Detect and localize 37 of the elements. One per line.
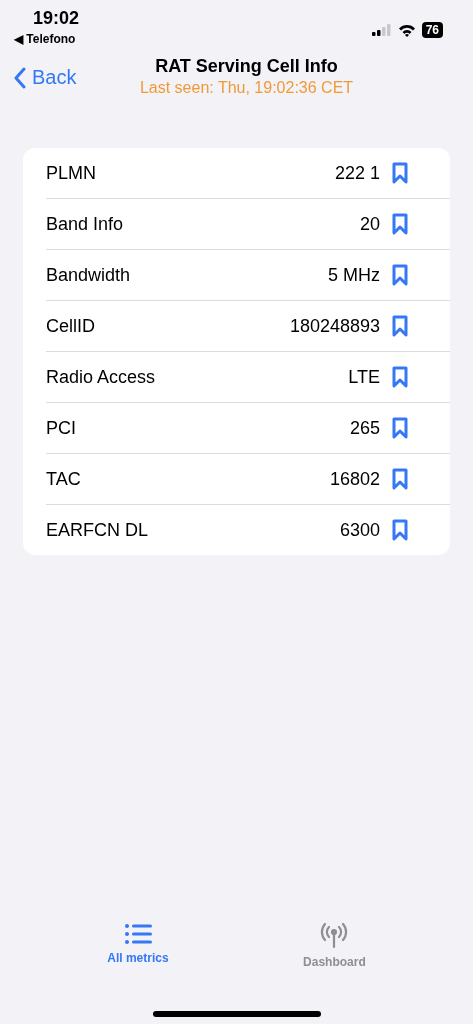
row-label: EARFCN DL: [46, 519, 149, 541]
row-label: CellID: [46, 315, 96, 337]
back-to-app-link[interactable]: ◀ Telefono: [14, 32, 76, 46]
bookmark-icon[interactable]: [392, 468, 408, 490]
signal-icon: [371, 24, 392, 36]
bookmark-icon[interactable]: [392, 366, 408, 388]
chevron-left-icon: [14, 66, 26, 89]
row-label: TAC: [46, 468, 82, 490]
antenna-icon: [319, 923, 350, 949]
battery-icon: 76: [421, 22, 443, 38]
bookmark-icon[interactable]: [392, 213, 408, 235]
tab-bar-item[interactable]: All metrics: [107, 923, 169, 983]
status-time: 19:02: [33, 8, 80, 29]
bookmark-icon[interactable]: [392, 519, 408, 541]
row-value: 5 MHz: [328, 264, 380, 286]
row-label: Bandwidth: [46, 264, 132, 286]
row-label: PCI: [46, 417, 77, 439]
row-value: 20: [359, 213, 380, 235]
row-value: 6300: [339, 519, 380, 541]
bookmark-icon[interactable]: [392, 315, 408, 337]
row-label: PLMN: [46, 162, 97, 184]
bookmark-icon[interactable]: [392, 417, 408, 439]
bookmark-icon[interactable]: [392, 162, 408, 184]
row-value: 222 1: [334, 162, 380, 184]
bookmark-icon[interactable]: [392, 264, 408, 286]
last-seen-text: Last seen: Thu, 19:02:36 CET: [139, 79, 354, 97]
row-value: 16802: [329, 468, 380, 490]
list-icon: [123, 923, 152, 945]
back-button[interactable]: Back: [14, 66, 77, 89]
row-label: Radio Access: [46, 366, 157, 388]
row-value: 265: [349, 417, 380, 439]
row-value: 180248893: [289, 315, 380, 337]
screen-title: RAT Serving Cell Info: [155, 56, 338, 77]
row-label: Band Info: [46, 213, 125, 235]
row-value: LTE: [348, 366, 380, 388]
tab-bar-item[interactable]: Dashboard: [303, 923, 366, 983]
wifi-icon: [397, 23, 416, 37]
